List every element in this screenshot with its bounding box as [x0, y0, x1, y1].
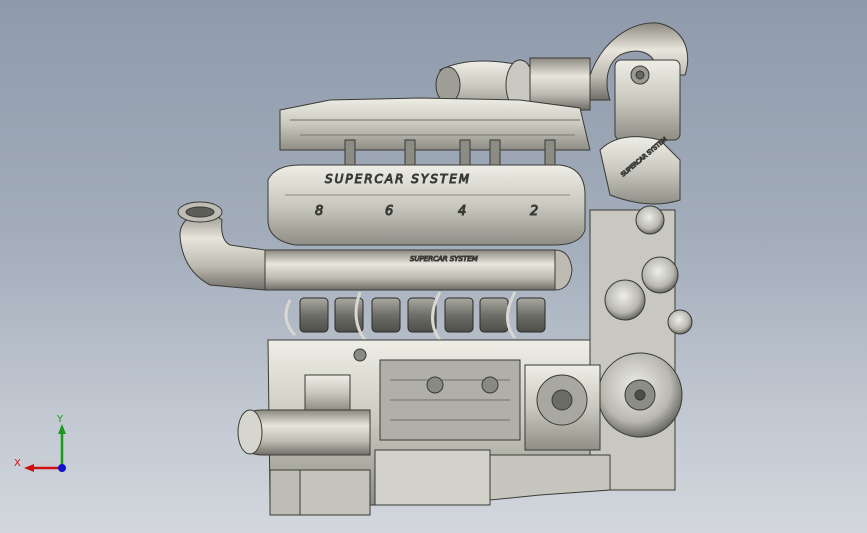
- valve-cover-number: 4: [458, 204, 466, 219]
- pump-housing[interactable]: SUPERCAR SYSTEM: [599, 59, 681, 205]
- y-axis-label: Y: [56, 414, 64, 425]
- valve-cover-text: SUPERCAR SYSTEM: [325, 172, 471, 186]
- x-axis-label: X: [14, 458, 21, 469]
- valve-cover-number: 6: [385, 204, 393, 219]
- y-axis-arrowhead-icon: [58, 424, 66, 434]
- triad-plane-icon: [30, 461, 62, 467]
- z-axis-icon: [58, 464, 66, 472]
- cad-viewport[interactable]: SUPERCAR SYSTEM SUPERCAR SYSTEM 8 6 4 2: [0, 0, 867, 533]
- valve-cover-number: 2: [530, 204, 538, 219]
- axis-triad: Y X: [14, 414, 66, 472]
- intake-plenum[interactable]: [279, 97, 591, 166]
- valve-cover[interactable]: SUPERCAR SYSTEM 8 6 4 2: [267, 164, 586, 246]
- engine-model[interactable]: SUPERCAR SYSTEM SUPERCAR SYSTEM 8 6 4 2: [0, 0, 867, 533]
- valve-cover-number: 8: [315, 204, 323, 219]
- intake-tube-text: SUPERCAR SYSTEM: [410, 255, 478, 263]
- ignition-coils[interactable]: [284, 291, 546, 341]
- x-axis-arrowhead-icon: [24, 464, 34, 472]
